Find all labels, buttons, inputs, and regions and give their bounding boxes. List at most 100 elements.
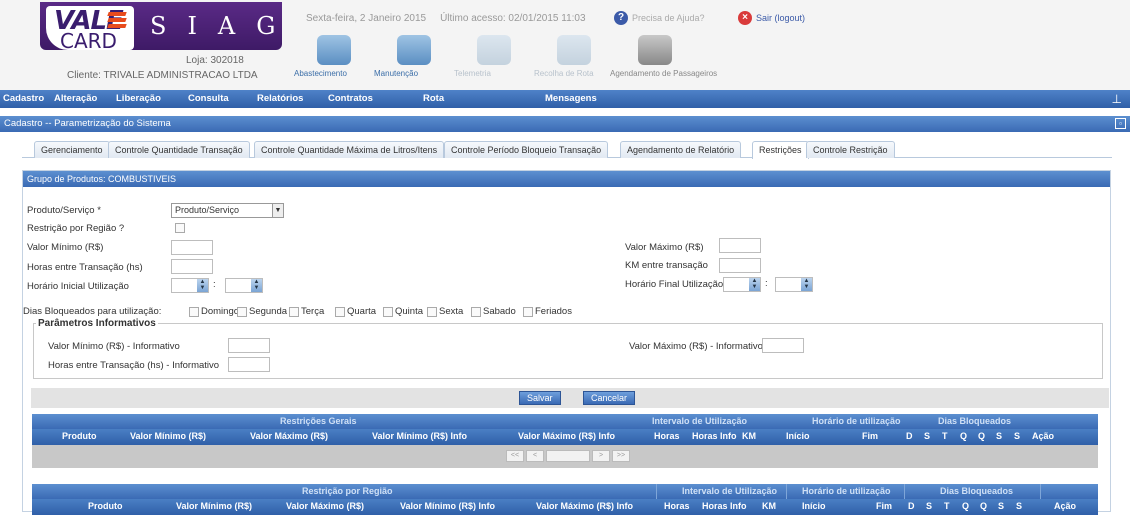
spinner-icon[interactable]: ▲ ▼	[251, 279, 262, 292]
col-q[interactable]: Q	[962, 501, 969, 511]
col-acao[interactable]: Ação	[1032, 431, 1054, 441]
menu-rota[interactable]: Rota	[423, 93, 444, 104]
dia-terca[interactable]: Terça	[289, 306, 324, 317]
horario-inicial-hora[interactable]: ▲ ▼	[171, 278, 209, 293]
dia-checkbox[interactable]	[427, 306, 437, 317]
pager-last-button[interactable]: >>	[612, 450, 630, 462]
help-link[interactable]: ? Precisa de Ajuda?	[614, 11, 705, 25]
horario-final-hora[interactable]: ▲ ▼	[723, 277, 761, 292]
col-s3[interactable]: S	[1014, 431, 1020, 441]
col-t[interactable]: T	[944, 501, 950, 511]
col-produto[interactable]: Produto	[62, 431, 97, 441]
col-q2[interactable]: Q	[978, 431, 985, 441]
produto-select[interactable]: Produto/Serviço ▼	[171, 203, 284, 218]
col-t[interactable]: T	[942, 431, 948, 441]
tab-gerenciamento[interactable]: Gerenciamento	[34, 141, 110, 158]
col-q2[interactable]: Q	[980, 501, 987, 511]
spinner-icon[interactable]: ▲ ▼	[749, 278, 760, 291]
col-q[interactable]: Q	[960, 431, 967, 441]
menu-alteracao[interactable]: Alteração	[54, 93, 97, 104]
col-horas[interactable]: Horas	[664, 501, 690, 511]
dia-segunda[interactable]: Segunda	[237, 306, 287, 317]
valor-minimo-input[interactable]	[171, 240, 213, 255]
tab-controle-quantidade-maxima[interactable]: Controle Quantidade Máxima de Litros/Ite…	[254, 141, 445, 158]
col-s2[interactable]: S	[998, 501, 1004, 511]
dia-quarta[interactable]: Quarta	[335, 306, 376, 317]
spinner-icon[interactable]: ▲ ▼	[197, 279, 208, 292]
menu-liberacao[interactable]: Liberação	[116, 93, 161, 104]
menu-cadastro[interactable]: Cadastro	[3, 93, 44, 104]
loja-label: Loja: 302018	[186, 55, 244, 66]
dia-checkbox[interactable]	[237, 306, 247, 317]
cancelar-button[interactable]: Cancelar	[583, 391, 636, 405]
dia-sabado[interactable]: Sabado	[471, 306, 516, 317]
pin-icon[interactable]: ⊥	[1112, 92, 1122, 106]
tab-agendamento-relatorio[interactable]: Agendamento de Relatório	[620, 141, 742, 158]
col-inicio[interactable]: Início	[786, 431, 810, 441]
horas-transacao-input[interactable]	[171, 259, 213, 274]
col-horas-info[interactable]: Horas Info	[692, 431, 737, 441]
col-valor-minimo[interactable]: Valor Mínimo (R$)	[176, 501, 252, 511]
col-s[interactable]: S	[924, 431, 930, 441]
tab-controle-quantidade-transacao[interactable]: Controle Quantidade Transação	[108, 141, 250, 158]
col-s[interactable]: S	[926, 501, 932, 511]
dia-sexta[interactable]: Sexta	[427, 306, 463, 317]
dia-quinta[interactable]: Quinta	[383, 306, 423, 317]
col-acao[interactable]: Ação	[1054, 501, 1076, 511]
tab-controle-periodo-bloqueio[interactable]: Controle Período Bloqueio Transação	[444, 141, 609, 158]
salvar-button[interactable]: Salvar	[519, 391, 561, 405]
dia-checkbox[interactable]	[289, 306, 299, 317]
menu-contratos[interactable]: Contratos	[328, 93, 373, 104]
menu-consulta[interactable]: Consulta	[188, 93, 229, 104]
pager-first-button[interactable]: <<	[506, 450, 524, 462]
pager-page-input[interactable]	[546, 450, 590, 462]
logout-link[interactable]: × Sair (logout)	[738, 11, 805, 25]
col-valor-minimo-info[interactable]: Valor Mínimo (R$) Info	[372, 431, 467, 441]
tab-controle-restricao[interactable]: Controle Restrição	[806, 141, 895, 158]
dia-feriados[interactable]: Feriados	[523, 306, 572, 317]
dia-domingo[interactable]: Domingo	[189, 306, 239, 317]
col-valor-maximo[interactable]: Valor Máximo (R$)	[250, 431, 328, 441]
km-transacao-input[interactable]	[719, 258, 761, 273]
col-fim[interactable]: Fim	[876, 501, 892, 511]
col-d[interactable]: D	[906, 431, 913, 441]
dia-checkbox[interactable]	[189, 306, 199, 317]
col-horas[interactable]: Horas	[654, 431, 680, 441]
valor-minimo-info-input[interactable]	[228, 338, 270, 353]
pager-prev-button[interactable]: <	[526, 450, 544, 462]
col-valor-minimo-info[interactable]: Valor Mínimo (R$) Info	[400, 501, 495, 511]
horas-info-input[interactable]	[228, 357, 270, 372]
col-km[interactable]: KM	[742, 431, 756, 441]
module-abastecimento[interactable]: Abastecimento	[294, 35, 374, 78]
valor-maximo-input[interactable]	[719, 238, 761, 253]
col-s2[interactable]: S	[996, 431, 1002, 441]
dia-checkbox[interactable]	[335, 306, 345, 317]
col-inicio[interactable]: Início	[802, 501, 826, 511]
module-agendamento-passageiros[interactable]: Agendamento de Passageiros	[610, 35, 717, 78]
col-valor-maximo-info[interactable]: Valor Máximo (R$) Info	[518, 431, 615, 441]
dia-checkbox[interactable]	[383, 306, 393, 317]
menu-mensagens[interactable]: Mensagens	[545, 93, 597, 104]
tab-restricoes[interactable]: Restrições	[752, 141, 809, 159]
col-valor-minimo[interactable]: Valor Mínimo (R$)	[130, 431, 206, 441]
col-d[interactable]: D	[908, 501, 915, 511]
horario-final-minuto[interactable]: ▲ ▼	[775, 277, 813, 292]
spinner-icon[interactable]: ▲ ▼	[801, 278, 812, 291]
col-km[interactable]: KM	[762, 501, 776, 511]
valor-maximo-info-input[interactable]	[762, 338, 804, 353]
col-valor-maximo[interactable]: Valor Máximo (R$)	[286, 501, 364, 511]
restricao-regiao-checkbox[interactable]	[175, 223, 185, 233]
col-produto[interactable]: Produto	[88, 501, 123, 511]
col-valor-maximo-info[interactable]: Valor Máximo (R$) Info	[536, 501, 633, 511]
col-horas-info[interactable]: Horas Info	[702, 501, 747, 511]
collapse-icon[interactable]: ▫	[1115, 118, 1126, 129]
pager-next-button[interactable]: >	[592, 450, 610, 462]
module-label: Telemetria	[454, 69, 491, 78]
col-fim[interactable]: Fim	[862, 431, 878, 441]
col-s3[interactable]: S	[1016, 501, 1022, 511]
dia-checkbox[interactable]	[523, 306, 533, 317]
module-manutencao[interactable]: Manutenção	[374, 35, 454, 78]
horario-inicial-minuto[interactable]: ▲ ▼	[225, 278, 263, 293]
menu-relatorios[interactable]: Relatórios	[257, 93, 303, 104]
dia-checkbox[interactable]	[471, 306, 481, 317]
